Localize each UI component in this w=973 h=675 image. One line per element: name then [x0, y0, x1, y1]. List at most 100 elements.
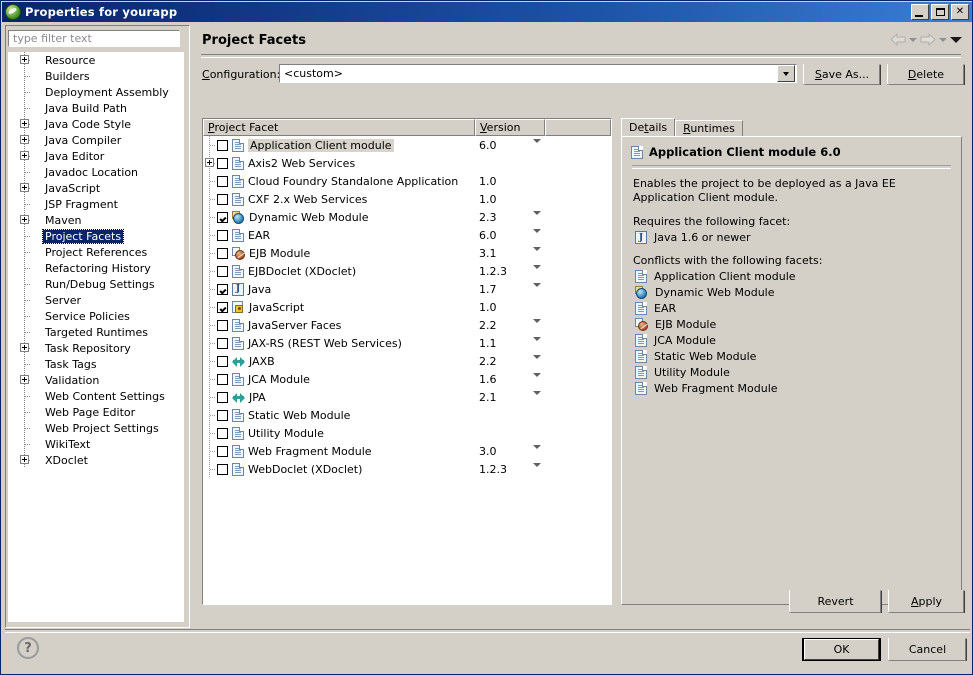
expand-plus-icon[interactable]: [20, 183, 29, 192]
column-header-project-facet[interactable]: Project Facet: [203, 119, 475, 136]
facet-checkbox[interactable]: [217, 445, 228, 457]
configuration-dropdown-icon[interactable]: [777, 65, 795, 82]
sidebar-item-service-policies[interactable]: Service Policies: [8, 308, 184, 324]
facet-row[interactable]: JCA Module 1.6: [203, 370, 611, 390]
sidebar-item-web-page-editor[interactable]: Web Page Editor: [8, 404, 184, 420]
sidebar-item-builders[interactable]: Builders: [8, 68, 184, 84]
facet-checkbox[interactable]: [217, 427, 228, 439]
details-scrollbar[interactable]: [958, 138, 960, 603]
cancel-button[interactable]: Cancel: [888, 638, 967, 661]
column-header-version[interactable]: Version: [475, 119, 545, 136]
expand-plus-icon[interactable]: [20, 135, 29, 144]
facet-row[interactable]: Axis2 Web Services: [203, 154, 611, 172]
delete-button[interactable]: Delete: [887, 64, 965, 85]
facet-checkbox[interactable]: [217, 193, 228, 205]
facet-checkbox[interactable]: [217, 139, 228, 151]
settings-tree[interactable]: Resource Builders Deployment Assembly Java …: [8, 52, 184, 622]
sidebar-item-targeted-runtimes[interactable]: Targeted Runtimes: [8, 324, 184, 340]
sidebar-item-java-build-path[interactable]: Java Build Path: [8, 100, 184, 116]
facet-row[interactable]: Dynamic Web Module 2.3: [203, 208, 611, 228]
tab-details[interactable]: Details: [621, 118, 676, 137]
expand-plus-icon[interactable]: [205, 158, 214, 167]
sidebar-item-validation[interactable]: Validation: [8, 372, 184, 388]
facet-row[interactable]: Cloud Foundry Standalone Application 1.0: [203, 172, 611, 190]
expand-plus-icon[interactable]: [20, 343, 29, 352]
configuration-combo[interactable]: <custom>: [279, 64, 797, 83]
minimize-button[interactable]: [911, 4, 929, 20]
facet-row[interactable]: WebDoclet (XDoclet) 1.2.3: [203, 460, 611, 480]
forward-arrow-icon[interactable]: [920, 33, 936, 46]
expand-plus-icon[interactable]: [20, 151, 29, 160]
facet-checkbox[interactable]: [217, 265, 228, 277]
facets-table[interactable]: Project Facet Version Application Client…: [202, 118, 612, 605]
facet-row[interactable]: JPA 2.1: [203, 388, 611, 408]
sidebar-item-java-editor[interactable]: Java Editor: [8, 148, 184, 164]
maximize-button[interactable]: [931, 4, 949, 20]
sidebar-item-xdoclet[interactable]: XDoclet: [8, 452, 184, 468]
expand-plus-icon[interactable]: [20, 375, 29, 384]
revert-button[interactable]: Revert: [789, 590, 882, 613]
facet-checkbox[interactable]: [217, 157, 228, 169]
facet-row[interactable]: EJBDoclet (XDoclet) 1.2.3: [203, 262, 611, 282]
facet-checkbox[interactable]: [217, 391, 228, 403]
expand-plus-icon[interactable]: [20, 215, 29, 224]
sidebar-item-javadoc-location[interactable]: Javadoc Location: [8, 164, 184, 180]
sidebar-item-maven[interactable]: Maven: [8, 212, 184, 228]
facet-checkbox[interactable]: [217, 229, 228, 241]
facet-row[interactable]: JAXB 2.2: [203, 352, 611, 372]
facet-checkbox[interactable]: [217, 211, 228, 223]
version-dropdown-icon[interactable]: [533, 463, 541, 480]
facet-row[interactable]: CXF 2.x Web Services 1.0: [203, 190, 611, 208]
facet-checkbox[interactable]: [217, 463, 228, 475]
save-as-button[interactable]: Save As...: [803, 64, 881, 85]
sidebar-item-task-repository[interactable]: Task Repository: [8, 340, 184, 356]
sidebar-item-resource[interactable]: Resource: [8, 52, 184, 68]
facet-checkbox[interactable]: [217, 355, 228, 367]
sidebar-item-run-debug-settings[interactable]: Run/Debug Settings: [8, 276, 184, 292]
facet-checkbox[interactable]: [217, 301, 228, 313]
forward-dropdown-icon[interactable]: [939, 37, 947, 42]
back-dropdown-icon[interactable]: [909, 37, 917, 42]
apply-button[interactable]: Apply: [888, 590, 965, 613]
sidebar-item-web-project-settings[interactable]: Web Project Settings: [8, 420, 184, 436]
facet-checkbox[interactable]: [217, 409, 228, 421]
tab-runtimes[interactable]: Runtimes: [675, 120, 743, 137]
back-arrow-icon[interactable]: [890, 33, 906, 46]
sidebar-item-server[interactable]: Server: [8, 292, 184, 308]
facet-checkbox[interactable]: [217, 337, 228, 349]
facet-checkbox[interactable]: [217, 175, 228, 187]
sidebar-item-java-code-style[interactable]: Java Code Style: [8, 116, 184, 132]
facet-row[interactable]: JavaServer Faces 2.2: [203, 316, 611, 336]
sidebar-item-jsp-fragment[interactable]: JSP Fragment: [8, 196, 184, 212]
facet-row[interactable]: JavaScript 1.0: [203, 298, 611, 316]
expand-plus-icon[interactable]: [20, 55, 29, 64]
filter-input[interactable]: type filter text: [8, 30, 180, 47]
facet-row[interactable]: Static Web Module: [203, 406, 611, 424]
close-button[interactable]: ✕: [951, 4, 969, 20]
facet-checkbox[interactable]: [217, 247, 228, 259]
facet-row[interactable]: Utility Module: [203, 424, 611, 442]
facet-checkbox[interactable]: [217, 319, 228, 331]
expand-plus-icon[interactable]: [20, 455, 29, 464]
sidebar-item-project-facets[interactable]: Project Facets: [8, 228, 184, 244]
sidebar-item-javascript[interactable]: JavaScript: [8, 180, 184, 196]
facet-row[interactable]: EJB Module 3.1: [203, 244, 611, 264]
facet-row[interactable]: EAR 6.0: [203, 226, 611, 246]
title-bar[interactable]: Properties for yourapp ✕: [2, 2, 972, 22]
sidebar-item-project-references[interactable]: Project References: [8, 244, 184, 260]
sidebar-item-deployment-assembly[interactable]: Deployment Assembly: [8, 84, 184, 100]
sidebar-item-task-tags[interactable]: Task Tags: [8, 356, 184, 372]
facet-row[interactable]: Web Fragment Module 3.0: [203, 442, 611, 462]
facet-checkbox[interactable]: [217, 373, 228, 385]
view-menu-icon[interactable]: [950, 36, 962, 43]
sidebar-item-java-compiler[interactable]: Java Compiler: [8, 132, 184, 148]
help-icon[interactable]: ?: [17, 637, 39, 659]
sidebar-item-wikitext[interactable]: WikiText: [8, 436, 184, 452]
expand-plus-icon[interactable]: [20, 119, 29, 128]
sidebar-item-web-content-settings[interactable]: Web Content Settings: [8, 388, 184, 404]
facet-checkbox[interactable]: [217, 283, 228, 295]
ok-button[interactable]: OK: [802, 638, 881, 661]
facet-row[interactable]: JAX-RS (REST Web Services) 1.1: [203, 334, 611, 354]
column-header-menu[interactable]: [545, 119, 611, 136]
sidebar-item-refactoring-history[interactable]: Refactoring History: [8, 260, 184, 276]
